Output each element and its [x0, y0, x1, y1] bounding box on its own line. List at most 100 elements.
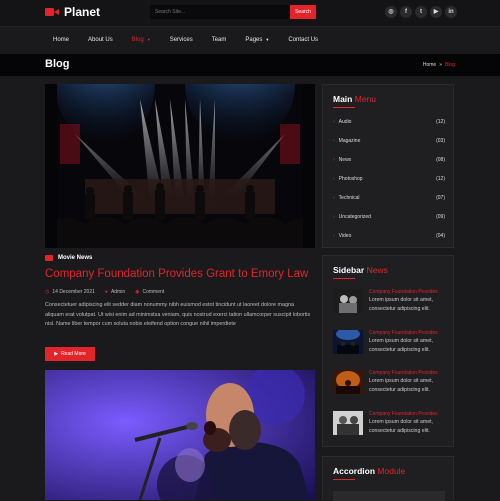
- chevron-down-icon: ▼: [265, 37, 270, 42]
- brand-name: Planet: [64, 5, 101, 19]
- widget-title-main: Accordion: [333, 466, 376, 476]
- category-label: Technical: [338, 194, 360, 201]
- folder-icon: [45, 255, 53, 261]
- breadcrumb: Home » Blog: [423, 62, 455, 68]
- widget-underline: [333, 479, 355, 480]
- search-input[interactable]: [150, 5, 290, 19]
- breadcrumb-separator: »: [439, 62, 442, 68]
- comment-icon: ◉: [135, 289, 140, 295]
- post-featured-image[interactable]: [45, 84, 315, 248]
- category-label: Photoshop: [338, 175, 363, 182]
- category-item-uncategorized[interactable]: › Uncategorized (09): [333, 211, 445, 222]
- sidebar-news-item[interactable]: Company Foundation Provides Lorem ipsum …: [333, 289, 445, 319]
- post-date-text: 14 December 2021: [52, 289, 95, 295]
- breadcrumb-current: Blog: [444, 62, 455, 68]
- twitter-icon[interactable]: t: [415, 6, 427, 18]
- nav-label: Blog: [131, 37, 144, 43]
- news-text: Lorem ipsum dolor sit amet, consectetur …: [369, 378, 434, 393]
- nav-label: Pages: [245, 37, 263, 43]
- read-more-button[interactable]: ▶ Read More: [45, 347, 95, 361]
- nav-label: Services: [169, 37, 193, 43]
- widget-underline: [333, 278, 355, 279]
- widget-title-accent: Menu: [354, 94, 377, 104]
- sidebar-news-item[interactable]: Company Foundation Provides Lorem ipsum …: [333, 370, 445, 400]
- linkedin-icon[interactable]: in: [445, 6, 457, 18]
- widget-title-accent: News: [366, 265, 388, 275]
- news-thumbnail: [333, 330, 363, 354]
- category-label: Video: [338, 232, 352, 239]
- arrow-right-icon: ▶: [54, 351, 59, 357]
- page-banner: Blog Home » Blog: [0, 54, 500, 76]
- nav-label: Team: [211, 37, 227, 43]
- news-text: Lorem ipsum dolor sit amet, consectetur …: [369, 297, 434, 312]
- post-comments[interactable]: ◉ Comment: [135, 289, 164, 295]
- nav-item-team[interactable]: Team: [212, 37, 227, 43]
- category-count: (12): [436, 118, 445, 125]
- chevron-right-icon: ›: [333, 213, 335, 220]
- category-count: (04): [436, 232, 445, 239]
- post-featured-image[interactable]: [45, 370, 315, 500]
- widget-title: Main Menu: [333, 94, 376, 104]
- page-title: Blog: [45, 58, 70, 70]
- category-label: News: [338, 156, 352, 163]
- main-nav: Home About Us Blog ▼ Services Team Pages ▼…: [0, 26, 500, 54]
- sidebar-news-item[interactable]: Company Foundation Provides Lorem ipsum …: [333, 411, 445, 441]
- category-item-video[interactable]: › Video (04): [333, 230, 445, 241]
- sidebar-news-item[interactable]: Company Foundation Provides Lorem ipsum …: [333, 330, 445, 360]
- widget-title-accent: Module: [377, 466, 406, 476]
- widget-title-main: Main: [333, 94, 353, 104]
- category-item-magazine[interactable]: › Magazine (03): [333, 135, 445, 146]
- nav-item-pages[interactable]: Pages ▼: [245, 37, 269, 43]
- category-item-photoshop[interactable]: › Photoshop (12): [333, 173, 445, 184]
- widget-underline: [333, 107, 355, 108]
- video-camera-icon: [45, 7, 59, 17]
- news-text: Lorem ipsum dolor sit amet, consectetur …: [369, 338, 434, 353]
- news-thumbnail: [333, 411, 363, 435]
- category-count: (12): [436, 175, 445, 182]
- widget-title: Accordion Module: [333, 466, 405, 476]
- post-comments-text: Comment: [142, 289, 165, 295]
- chevron-right-icon: ›: [333, 175, 335, 182]
- category-label: Audio: [338, 118, 352, 125]
- search-bar: Search: [150, 5, 316, 19]
- news-thumbnail: [333, 370, 363, 394]
- category-item-technical[interactable]: › Technical (07): [333, 192, 445, 203]
- user-icon: ●: [104, 289, 108, 295]
- post-excerpt: Consectetuer adipiscing elit sedder diam…: [45, 302, 311, 327]
- chevron-right-icon: ›: [333, 232, 335, 239]
- news-thumbnail: [333, 289, 363, 313]
- category-count: (09): [436, 213, 445, 220]
- category-item-audio[interactable]: › Audio (12): [333, 116, 445, 127]
- nav-item-services[interactable]: Services: [170, 37, 193, 43]
- facebook-icon[interactable]: f: [400, 6, 412, 18]
- breadcrumb-home[interactable]: Home: [423, 62, 436, 68]
- logo[interactable]: Planet: [45, 5, 100, 19]
- category-count: (03): [436, 137, 445, 144]
- chevron-right-icon: ›: [333, 118, 335, 125]
- widget-title: Sidebar News: [333, 265, 388, 275]
- post-title[interactable]: Company Foundation Provides Grant to Emo…: [45, 268, 325, 280]
- news-title: Company Foundation Provides: [369, 289, 438, 295]
- nav-item-about-us[interactable]: About Us: [88, 37, 113, 43]
- nav-item-contact-us[interactable]: Contact Us: [288, 37, 318, 43]
- nav-item-blog[interactable]: Blog ▼: [132, 37, 151, 43]
- category-count: (07): [436, 194, 445, 201]
- instagram-icon[interactable]: ◎: [385, 6, 397, 18]
- category-item-news[interactable]: › News (08): [333, 154, 445, 165]
- post-author[interactable]: ● Admin: [105, 289, 125, 295]
- social-links: ◎ f t ▶ in: [385, 6, 457, 18]
- nav-label: Contact Us: [288, 37, 319, 43]
- nav-item-home[interactable]: Home: [53, 37, 69, 43]
- chevron-down-icon: ▼: [146, 37, 151, 42]
- post-category[interactable]: Movie News: [45, 255, 92, 261]
- news-text: Lorem ipsum dolor sit amet, consectetur …: [369, 419, 434, 434]
- news-title: Company Foundation Provides: [369, 330, 438, 336]
- news-title: Company Foundation Provides: [369, 411, 438, 417]
- post-author-text: Admin: [110, 289, 126, 295]
- youtube-icon[interactable]: ▶: [430, 6, 442, 18]
- search-button[interactable]: Search: [290, 5, 316, 19]
- category-label: Magazine: [338, 137, 361, 144]
- main-menu-widget: Main Menu › Audio (12) › Magazine (03) › News…: [322, 84, 454, 248]
- chevron-right-icon: ›: [333, 137, 335, 144]
- clock-icon: ◷: [45, 289, 50, 295]
